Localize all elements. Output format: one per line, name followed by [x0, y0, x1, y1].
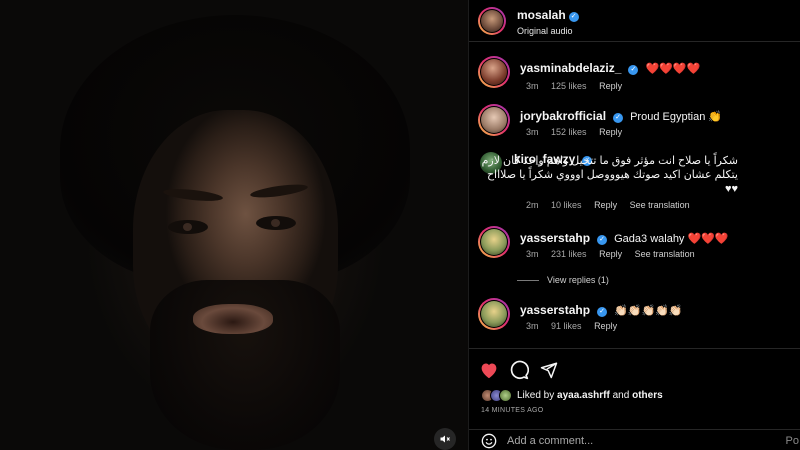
- comment-likes[interactable]: 10 likes: [551, 200, 582, 210]
- comment-item: yasserstahp ✓ 👏🏻👏🏻👏🏻👏🏻👏🏻 3m 91 likes Repl…: [478, 297, 798, 331]
- comment-likes[interactable]: 125 likes: [551, 81, 587, 91]
- comment-username[interactable]: yasserstahp: [520, 303, 590, 317]
- view-replies-button[interactable]: View replies (1): [517, 275, 609, 285]
- author-username[interactable]: mosalah: [517, 8, 566, 22]
- add-comment-bar: Po: [469, 429, 800, 450]
- see-translation-link[interactable]: See translation: [635, 249, 695, 259]
- comment-time[interactable]: 3m: [526, 127, 539, 137]
- avatar[interactable]: [481, 59, 507, 85]
- reply-button[interactable]: Reply: [594, 321, 617, 331]
- comment-text: Proud Egyptian 👏: [630, 111, 723, 123]
- heart-icon[interactable]: [478, 359, 500, 381]
- reply-button[interactable]: Reply: [599, 81, 622, 91]
- comment-meta: 3m 125 likes Reply: [526, 81, 632, 91]
- comment-username[interactable]: yasminabdelaziz_: [520, 61, 621, 75]
- verified-badge-icon: ✓: [628, 65, 639, 75]
- liked-by-row: Liked by ayaa.ashrff and others: [481, 389, 663, 402]
- emoji-icon[interactable]: [481, 433, 497, 449]
- see-translation-link[interactable]: See translation: [630, 200, 690, 210]
- liked-by-text: Liked by ayaa.ashrff and others: [517, 390, 663, 401]
- verified-badge-icon: ✓: [597, 235, 608, 245]
- comment-likes[interactable]: 152 likes: [551, 127, 587, 137]
- post-header: mosalah ✓ Original audio: [469, 0, 800, 42]
- comment-text: ❤️❤️❤️❤️: [645, 63, 701, 75]
- avatar[interactable]: [481, 107, 507, 133]
- post-video[interactable]: [0, 0, 468, 450]
- verified-badge-icon: ✓: [613, 113, 624, 123]
- divider: [517, 279, 539, 281]
- comment-username[interactable]: yasserstahp: [520, 231, 590, 245]
- comment-time[interactable]: 2m: [526, 200, 539, 210]
- liked-by-user-link[interactable]: ayaa.ashrff: [557, 390, 610, 401]
- comment-item: yasserstahp ✓ Gada3 walahy ❤️❤️❤️ 3m 231 …: [478, 225, 798, 259]
- post-side-panel: mosalah ✓ Original audio yasminabdelaziz_…: [468, 0, 800, 450]
- right-eye: [256, 216, 296, 230]
- comment-meta: 3m 91 likes Reply: [526, 321, 627, 331]
- comment-item: kiro_fawzy ✓ شكراً يا صلاح انت مؤثر فوق م…: [478, 152, 798, 210]
- comment-time[interactable]: 3m: [526, 249, 539, 259]
- comment-input[interactable]: [507, 434, 747, 447]
- action-icons: [478, 359, 568, 381]
- speaker-muted-icon[interactable]: [434, 428, 456, 450]
- comment-likes[interactable]: 231 likes: [551, 249, 587, 259]
- original-audio-link[interactable]: Original audio: [517, 26, 579, 36]
- avatar[interactable]: [499, 389, 512, 402]
- comment-text: Gada3 walahy ❤️❤️❤️: [614, 233, 729, 245]
- mouth-shape: [193, 304, 273, 334]
- comment-text: 👏🏻👏🏻👏🏻👏🏻👏🏻: [614, 305, 683, 317]
- avatar[interactable]: [481, 229, 507, 255]
- share-icon[interactable]: [538, 359, 560, 381]
- reply-button[interactable]: Reply: [599, 249, 622, 259]
- comment-likes[interactable]: 91 likes: [551, 321, 582, 331]
- verified-badge-icon: ✓: [568, 11, 579, 22]
- avatar[interactable]: [481, 301, 507, 327]
- post-timestamp[interactable]: 14 MINUTES AGO: [481, 407, 544, 414]
- comment-time[interactable]: 3m: [526, 81, 539, 91]
- comment-item: jorybakrofficial ✓ Proud Egyptian 👏 3m 15…: [478, 103, 798, 137]
- left-eye: [168, 220, 208, 234]
- comment-meta: 3m 231 likes Reply See translation: [526, 249, 705, 259]
- liked-by-others-link[interactable]: others: [632, 390, 663, 401]
- comment-time[interactable]: 3m: [526, 321, 539, 331]
- author-avatar-ring[interactable]: [478, 6, 506, 35]
- comment-text: شكراً يا صلاح انت مؤثر فوق ما تتخيل واهم…: [481, 155, 738, 195]
- reply-button[interactable]: Reply: [594, 200, 617, 210]
- comment-meta: 3m 152 likes Reply: [526, 127, 632, 137]
- post-actions-section: Liked by ayaa.ashrff and others 14 MINUT…: [469, 348, 800, 450]
- comment-meta: 2m 10 likes Reply See translation: [526, 200, 700, 210]
- post-button[interactable]: Po: [786, 435, 799, 447]
- comment-icon[interactable]: [508, 359, 530, 381]
- avatar[interactable]: [481, 9, 503, 32]
- comment-item: yasminabdelaziz_ ✓ ❤️❤️❤️❤️ 3m 125 likes …: [478, 55, 798, 91]
- reply-button[interactable]: Reply: [599, 127, 622, 137]
- verified-badge-icon: ✓: [597, 307, 608, 317]
- comment-username[interactable]: jorybakrofficial: [520, 109, 606, 123]
- view-replies-label[interactable]: View replies (1): [547, 275, 609, 285]
